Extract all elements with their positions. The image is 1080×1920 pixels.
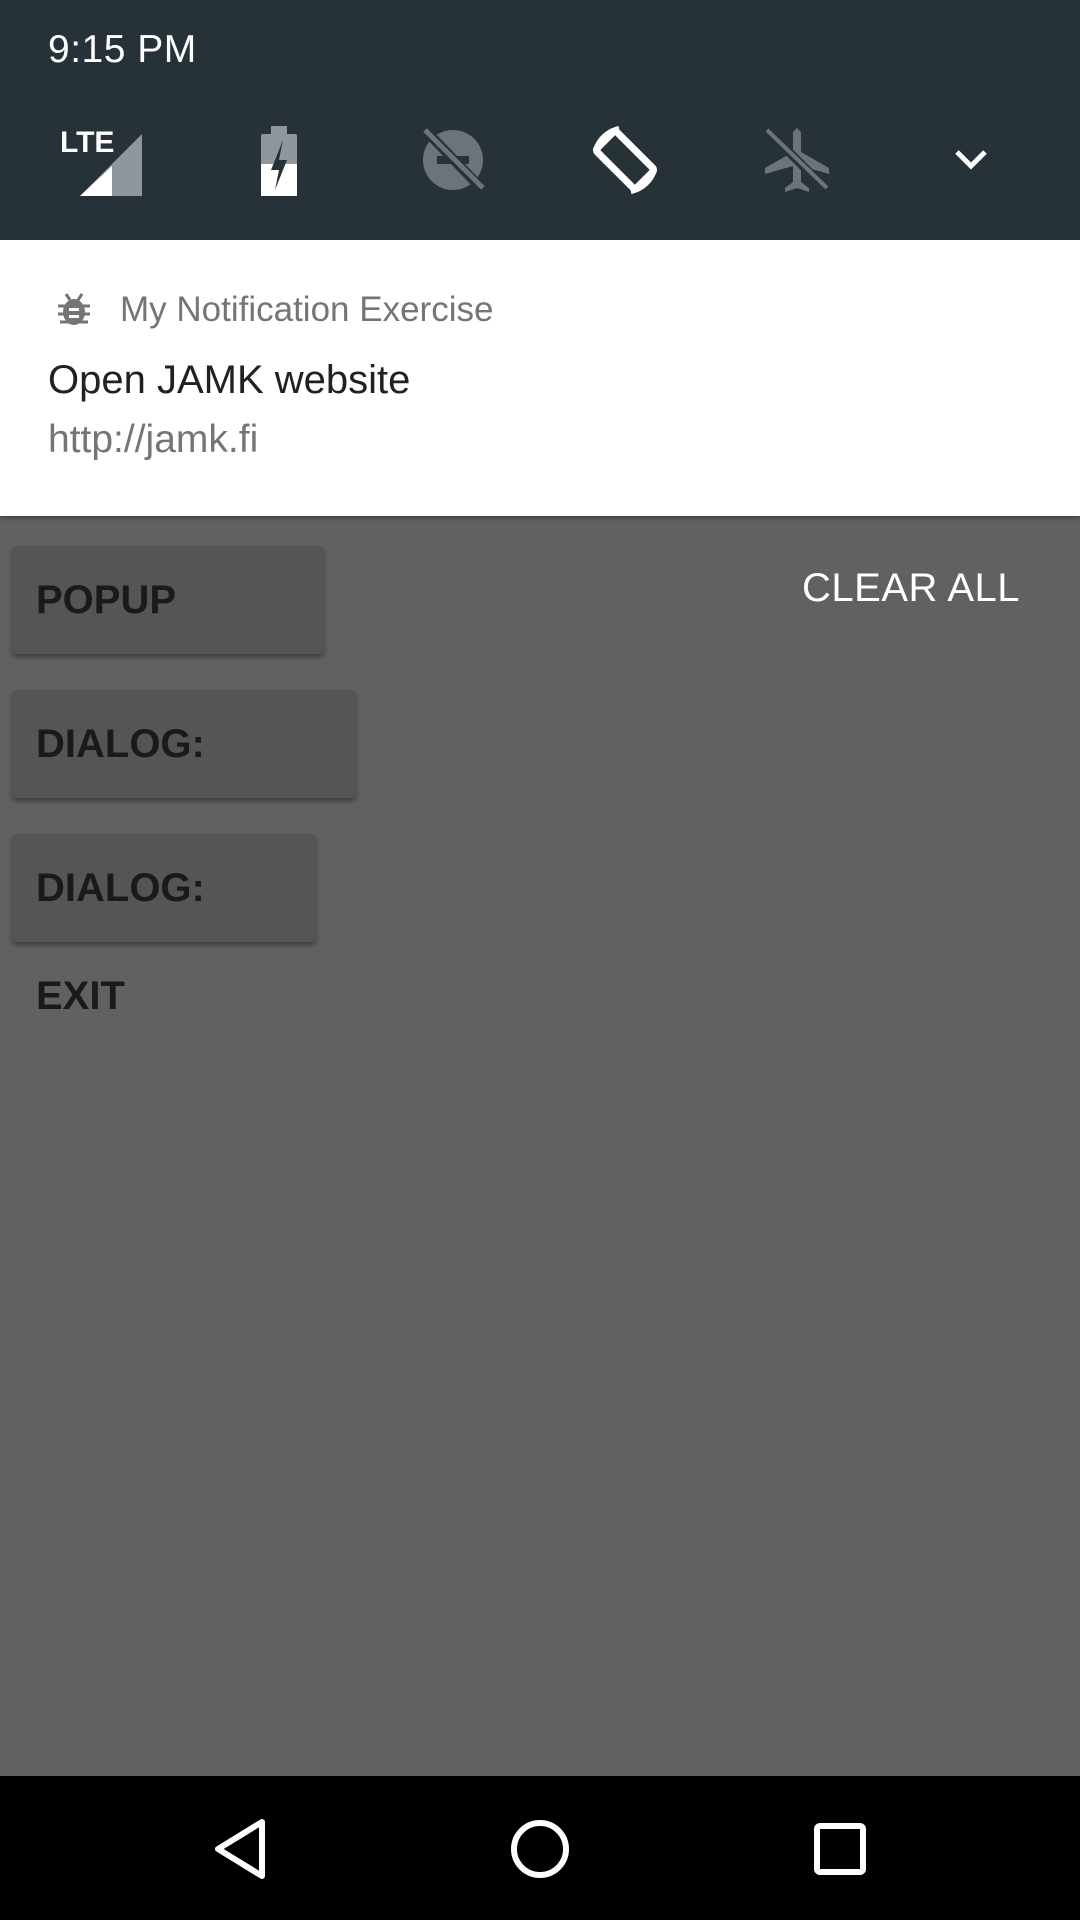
notification-app-name: My Notification Exercise xyxy=(120,290,494,329)
notification-card[interactable]: My Notification Exercise Open JAMK websi… xyxy=(0,240,1080,516)
lte-signal-icon[interactable]: LTE xyxy=(56,115,146,205)
status-clock: 9:15 PM xyxy=(48,28,197,71)
airplane-mode-off-icon[interactable] xyxy=(752,115,842,205)
quick-settings-row: LTE xyxy=(0,115,1080,205)
clear-all-button[interactable]: CLEAR ALL xyxy=(802,566,1020,611)
recents-icon[interactable] xyxy=(795,1804,885,1894)
battery-saver-icon[interactable] xyxy=(234,115,324,205)
bug-icon xyxy=(58,293,90,325)
navigation-bar xyxy=(0,1776,1080,1920)
lte-label: LTE xyxy=(60,126,114,159)
dialog-exit-button[interactable]: DIALOG: EXIT xyxy=(12,834,316,1018)
auto-rotate-icon[interactable] xyxy=(580,115,670,205)
quick-settings-header: 9:15 PM LTE xyxy=(0,0,1080,240)
home-icon[interactable] xyxy=(495,1804,585,1894)
popup-menu-button[interactable]: POPUP MENU xyxy=(12,546,324,730)
dialog-hello-button[interactable]: DIALOG: HELLO xyxy=(12,690,356,874)
expand-chevron-icon[interactable] xyxy=(926,115,1016,205)
notification-text: http://jamk.fi xyxy=(48,418,259,461)
back-icon[interactable] xyxy=(196,1804,286,1894)
do-not-disturb-off-icon[interactable] xyxy=(408,115,498,205)
notification-title: Open JAMK website xyxy=(48,358,411,402)
